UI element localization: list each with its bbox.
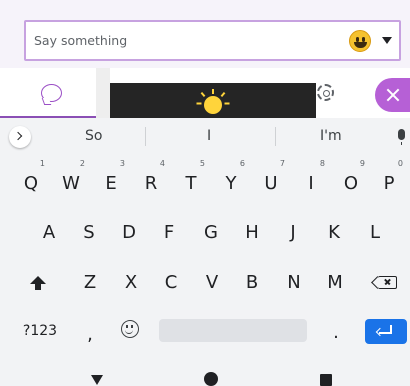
suggestion-3[interactable]: I'm [320, 128, 342, 144]
key-j[interactable]: J [273, 218, 313, 248]
suggestion-2[interactable]: I [207, 128, 211, 144]
suggestion-divider [145, 127, 146, 146]
key-o[interactable]: O9 [331, 159, 371, 199]
key-q[interactable]: Q1 [11, 159, 51, 199]
symbols-key[interactable]: ?123 [15, 316, 65, 346]
key-v[interactable]: V [192, 268, 232, 298]
smiley-mouth [354, 42, 367, 48]
chevron-right-icon[interactable] [9, 126, 31, 148]
recents-square-icon[interactable] [320, 374, 332, 386]
key-label: R [144, 173, 158, 194]
backspace-key[interactable] [365, 266, 405, 298]
sun-ray [212, 89, 214, 94]
key-label: T [185, 173, 197, 194]
sun-icon [204, 96, 222, 114]
key-w[interactable]: W2 [51, 159, 91, 199]
emoji-icon [121, 320, 139, 338]
microphone-icon[interactable] [398, 129, 405, 145]
shift-arrow-icon [30, 276, 46, 290]
key-hint: 8 [319, 159, 325, 168]
key-e[interactable]: E3 [91, 159, 131, 199]
key-x[interactable]: X [111, 268, 151, 298]
key-t[interactable]: T5 [171, 159, 211, 199]
suggestion-1[interactable]: So [85, 128, 102, 144]
key-k[interactable]: K [314, 218, 354, 248]
key-hint: 0 [397, 159, 403, 168]
smiley-face-icon[interactable] [349, 30, 371, 52]
key-g[interactable]: G [191, 218, 231, 248]
key-label: O [343, 173, 359, 194]
sun-ray [200, 91, 206, 98]
key-label: W [62, 173, 80, 194]
chat-bubble-icon [41, 84, 62, 102]
chat-input-frame [24, 20, 401, 61]
key-p[interactable]: P0 [369, 159, 409, 199]
key-hint: 3 [119, 159, 125, 168]
key-h[interactable]: H [232, 218, 272, 248]
key-label: I [308, 173, 314, 194]
key-hint: 2 [79, 159, 85, 168]
key-c[interactable]: C [151, 268, 191, 298]
key-label: P [383, 173, 395, 194]
key-b[interactable]: B [232, 268, 272, 298]
close-button[interactable] [375, 78, 410, 112]
emoji-key[interactable] [110, 312, 150, 346]
backspace-icon [378, 276, 397, 289]
enter-arrow-icon [375, 327, 385, 337]
key-label: Y [225, 173, 237, 194]
on-screen-keyboard: So I I'm Q1 W2 E3 R4 T5 Y6 U7 I8 O9 P0 A… [0, 118, 410, 360]
key-z[interactable]: Z [70, 268, 110, 298]
comma-key[interactable]: , [72, 320, 108, 350]
tab-divider [96, 68, 110, 118]
system-navigation-bar [0, 360, 410, 386]
key-label: E [105, 173, 117, 194]
back-triangle-icon[interactable] [91, 375, 103, 385]
sun-ray [220, 91, 226, 98]
shift-key[interactable] [20, 266, 56, 298]
key-hint: 6 [239, 159, 245, 168]
key-r[interactable]: R4 [131, 159, 171, 199]
tab-chat[interactable] [0, 68, 96, 118]
key-label: Q [23, 173, 39, 194]
home-circle-icon[interactable] [204, 372, 218, 386]
app-toolbar [0, 68, 410, 118]
sun-ray [224, 102, 230, 105]
enter-key[interactable] [365, 319, 407, 344]
key-label: U [264, 173, 278, 194]
key-d[interactable]: D [109, 218, 149, 248]
space-bar[interactable] [159, 319, 307, 342]
key-m[interactable]: M [315, 268, 355, 298]
sun-ray [196, 102, 202, 105]
key-y[interactable]: Y6 [211, 159, 251, 199]
key-hint: 7 [279, 159, 285, 168]
key-i[interactable]: I8 [291, 159, 331, 199]
media-preview-panel[interactable] [110, 83, 316, 118]
key-n[interactable]: N [274, 268, 314, 298]
suggestion-bar: So I I'm [0, 118, 410, 154]
key-hint: 4 [159, 159, 165, 168]
chat-input-bar [0, 0, 410, 68]
key-a[interactable]: A [29, 218, 69, 248]
key-s[interactable]: S [69, 218, 109, 248]
caret-down-icon[interactable] [382, 37, 392, 44]
period-key[interactable]: . [318, 318, 354, 348]
key-hint: 9 [359, 159, 365, 168]
key-f[interactable]: F [149, 218, 189, 248]
key-hint: 5 [199, 159, 205, 168]
gear-icon[interactable] [317, 84, 334, 101]
key-hint: 1 [39, 159, 45, 168]
suggestion-divider [275, 127, 276, 146]
key-l[interactable]: L [355, 218, 395, 248]
chat-message-input[interactable] [26, 22, 326, 59]
key-u[interactable]: U7 [251, 159, 291, 199]
